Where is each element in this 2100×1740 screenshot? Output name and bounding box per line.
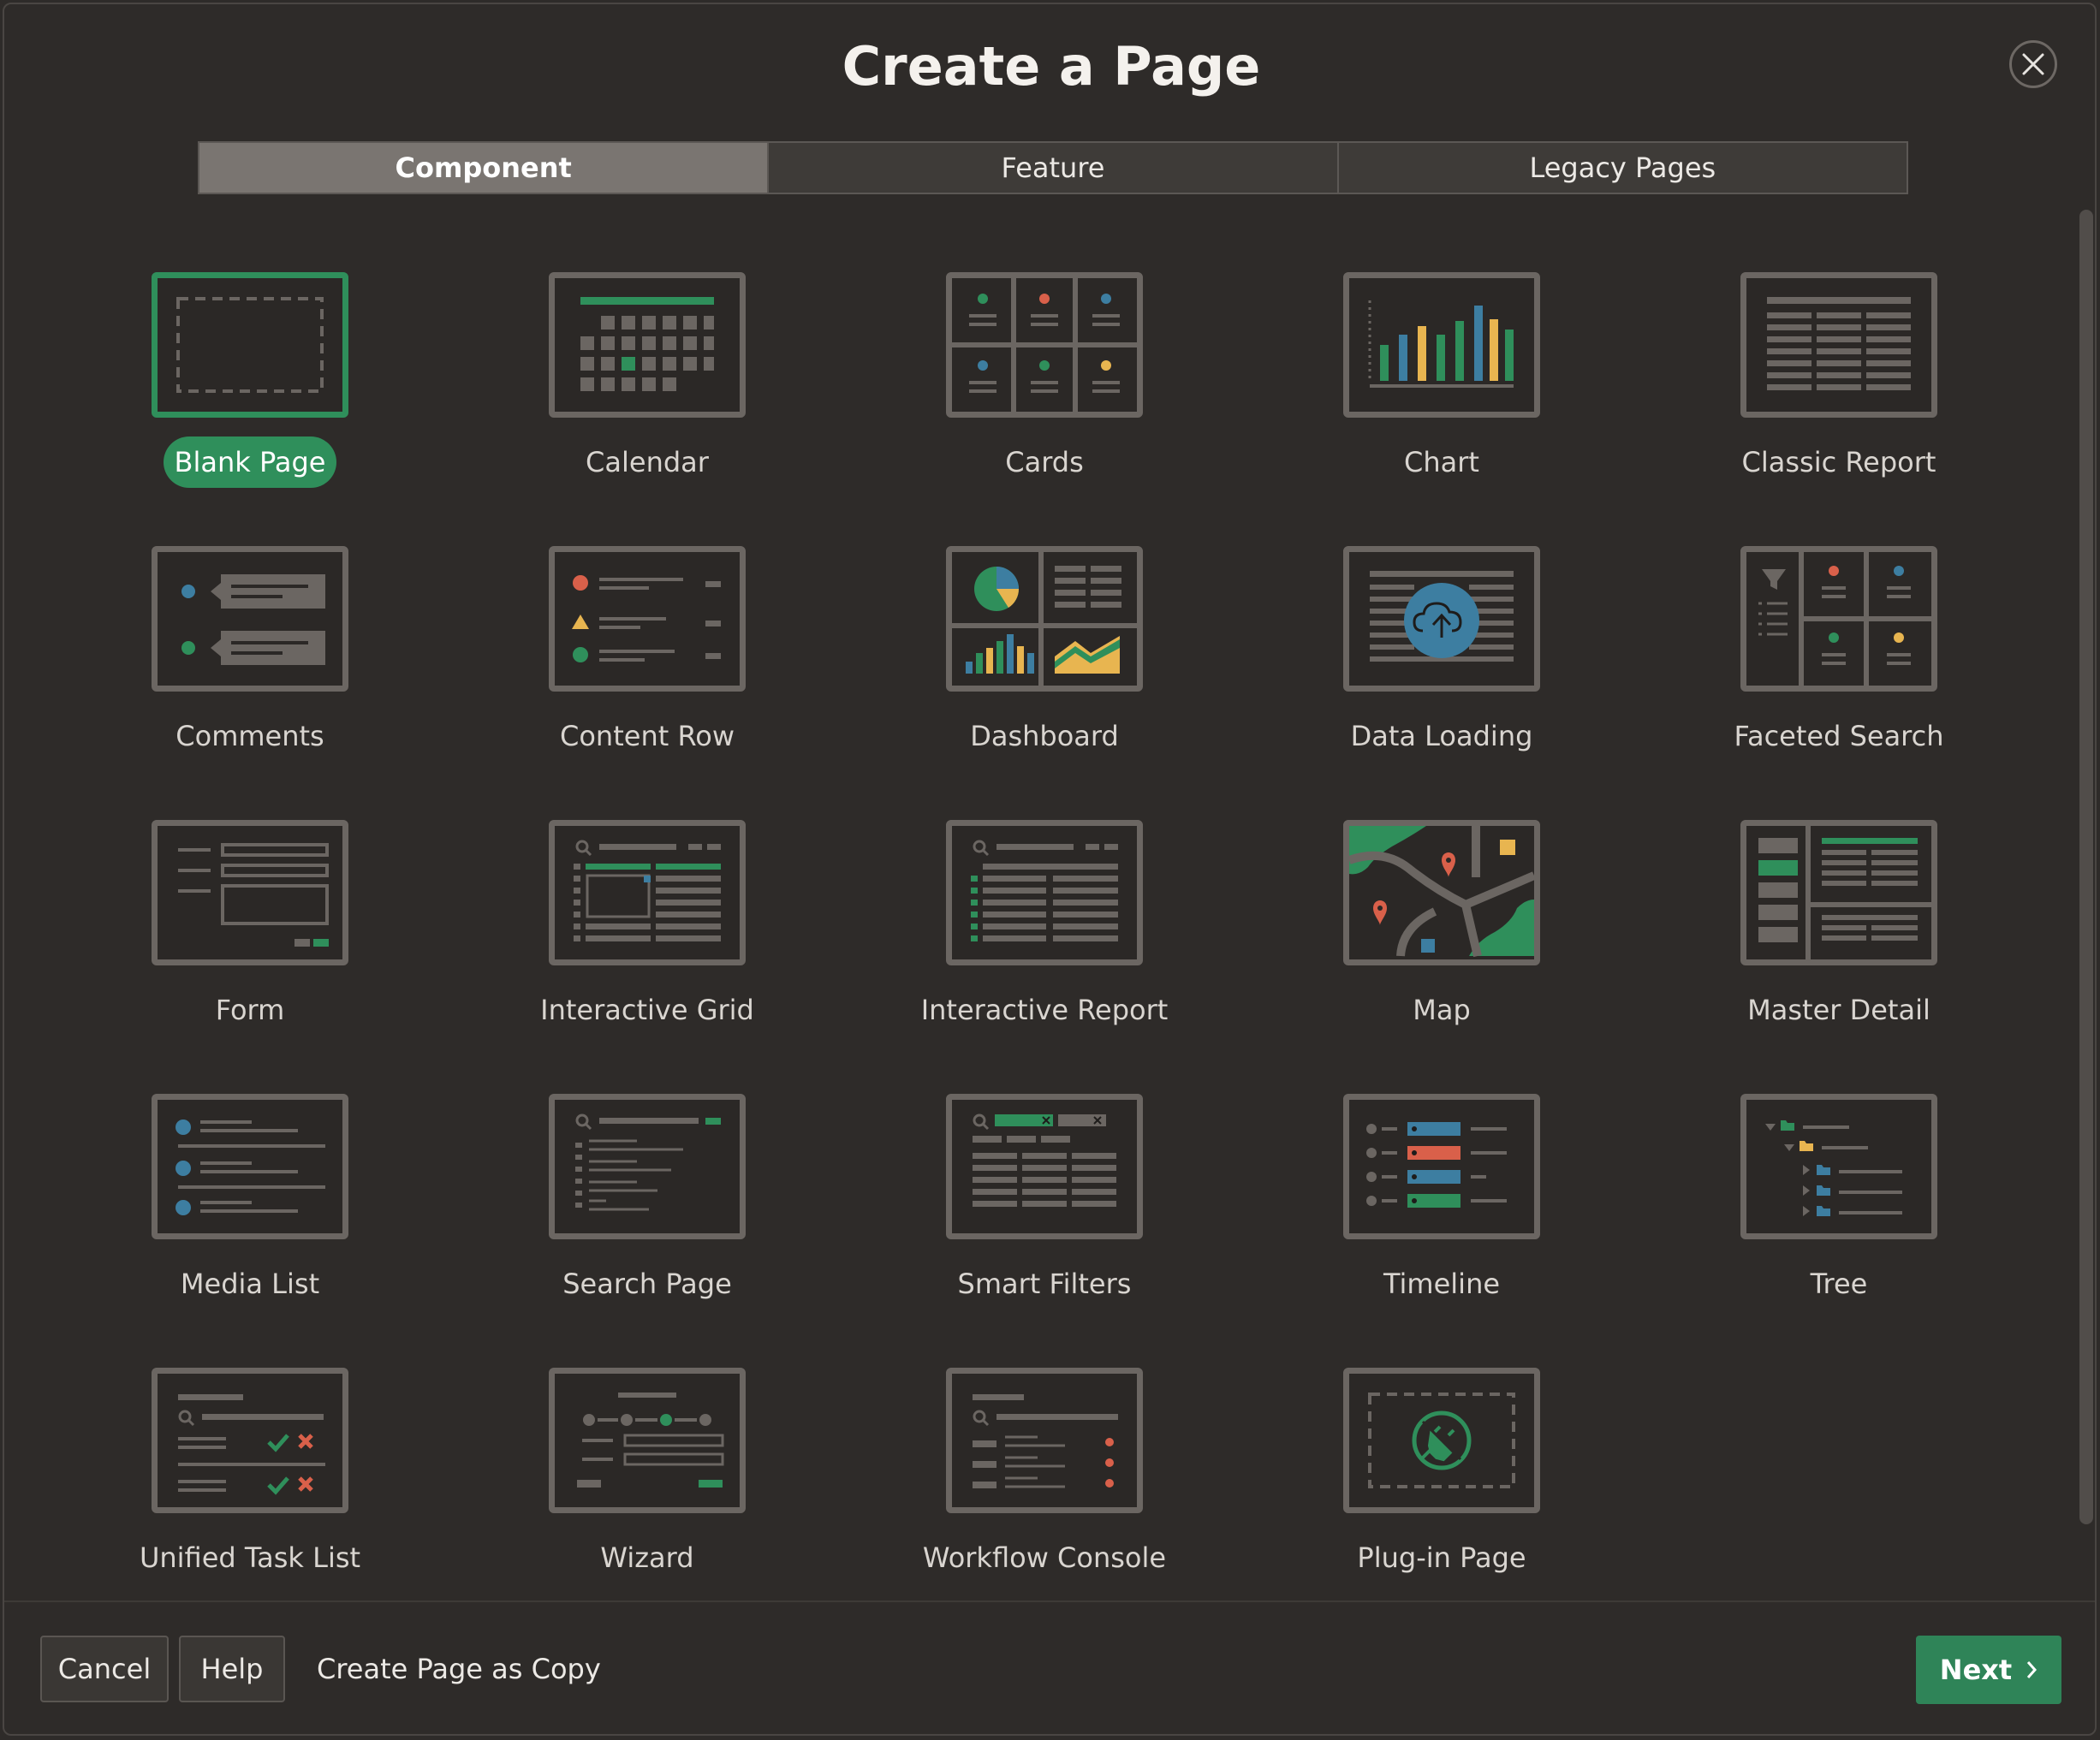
component-label: Search Page	[562, 1268, 732, 1300]
component-unified-task-list[interactable]: Unified Task List	[113, 1368, 387, 1616]
next-button[interactable]: Next	[1916, 1636, 2061, 1704]
component-data-loading[interactable]: Data Loading	[1305, 546, 1579, 794]
component-interactive-report[interactable]: Interactive Report	[907, 820, 1181, 1068]
component-grid: Blank Page Calendar Cards Chart Classic …	[4, 4, 2095, 1600]
search-page-icon	[549, 1094, 746, 1239]
blank-page-icon	[152, 272, 348, 418]
component-label: Dashboard	[970, 720, 1119, 752]
component-chart[interactable]: Chart	[1305, 272, 1579, 520]
chart-icon	[1343, 272, 1540, 418]
create-page-as-copy-button[interactable]: Create Page as Copy	[317, 1636, 601, 1702]
component-interactive-grid[interactable]: Interactive Grid	[510, 820, 784, 1068]
component-timeline[interactable]: Timeline	[1305, 1094, 1579, 1342]
component-smart-filters[interactable]: Smart Filters	[907, 1094, 1181, 1342]
component-label: Cards	[1005, 446, 1084, 478]
help-button[interactable]: Help	[179, 1636, 285, 1702]
component-media-list[interactable]: Media List	[113, 1094, 387, 1342]
component-map[interactable]: Map	[1305, 820, 1579, 1068]
component-label: Master Detail	[1747, 994, 1930, 1026]
component-content-row[interactable]: Content Row	[510, 546, 784, 794]
component-tree[interactable]: Tree	[1702, 1094, 1976, 1342]
smart-filters-icon	[946, 1094, 1143, 1239]
component-label: Interactive Grid	[540, 994, 754, 1026]
workflow-console-icon	[946, 1368, 1143, 1513]
component-workflow-console[interactable]: Workflow Console	[907, 1368, 1181, 1616]
component-faceted-search[interactable]: Faceted Search	[1702, 546, 1976, 794]
component-dashboard[interactable]: Dashboard	[907, 546, 1181, 794]
next-button-label: Next	[1939, 1654, 2013, 1686]
tree-icon	[1740, 1094, 1937, 1239]
content-row-icon	[549, 546, 746, 692]
timeline-icon	[1343, 1094, 1540, 1239]
master-detail-icon	[1740, 820, 1937, 965]
component-label: Blank Page	[164, 436, 336, 488]
component-label: Plug-in Page	[1357, 1541, 1526, 1574]
component-label: Tree	[1810, 1268, 1868, 1300]
cards-icon	[946, 272, 1143, 418]
vertical-scrollbar[interactable]	[2079, 210, 2093, 1524]
media-list-icon	[152, 1094, 348, 1239]
data-loading-icon	[1343, 546, 1540, 692]
component-label: Wizard	[600, 1541, 694, 1574]
component-label: Classic Report	[1741, 446, 1936, 478]
component-form[interactable]: Form	[113, 820, 387, 1068]
component-master-detail[interactable]: Master Detail	[1702, 820, 1976, 1068]
unified-task-list-icon	[152, 1368, 348, 1513]
component-label: Comments	[175, 720, 324, 752]
component-label: Media List	[180, 1268, 320, 1300]
interactive-report-icon	[946, 820, 1143, 965]
form-icon	[152, 820, 348, 965]
component-comments[interactable]: Comments	[113, 546, 387, 794]
component-label: Form	[215, 994, 285, 1026]
wizard-icon	[549, 1368, 746, 1513]
faceted-search-icon	[1740, 546, 1937, 692]
component-blank-page[interactable]: Blank Page	[113, 272, 387, 520]
map-icon	[1343, 820, 1540, 965]
component-calendar[interactable]: Calendar	[510, 272, 784, 520]
calendar-icon	[549, 272, 746, 418]
component-wizard[interactable]: Wizard	[510, 1368, 784, 1616]
dashboard-icon	[946, 546, 1143, 692]
footer-divider	[4, 1600, 2095, 1602]
component-label: Unified Task List	[139, 1541, 361, 1574]
plug-in-page-icon	[1343, 1368, 1540, 1513]
component-label: Interactive Report	[920, 994, 1169, 1026]
component-search-page[interactable]: Search Page	[510, 1094, 784, 1342]
classic-report-icon	[1740, 272, 1937, 418]
component-label: Calendar	[586, 446, 709, 478]
component-label: Data Loading	[1350, 720, 1533, 752]
chevron-right-icon	[2027, 1661, 2038, 1678]
component-label: Chart	[1404, 446, 1479, 478]
component-label: Smart Filters	[957, 1268, 1132, 1300]
component-plug-in-page[interactable]: Plug-in Page	[1305, 1368, 1579, 1616]
create-page-dialog: Create a Page Component Feature Legacy P…	[3, 3, 2097, 1736]
interactive-grid-icon	[549, 820, 746, 965]
comments-icon	[152, 546, 348, 692]
component-label: Workflow Console	[922, 1541, 1167, 1574]
cancel-button[interactable]: Cancel	[40, 1636, 169, 1702]
component-label: Faceted Search	[1734, 720, 1944, 752]
component-classic-report[interactable]: Classic Report	[1702, 272, 1976, 520]
component-label: Map	[1413, 994, 1471, 1026]
component-cards[interactable]: Cards	[907, 272, 1181, 520]
component-label: Content Row	[560, 720, 735, 752]
component-label: Timeline	[1383, 1268, 1501, 1300]
